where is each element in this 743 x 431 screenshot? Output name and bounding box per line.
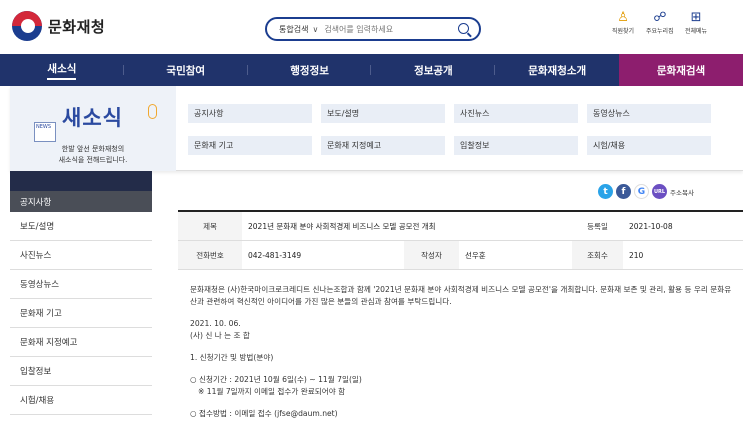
facebook-icon[interactable]: f: [616, 184, 631, 199]
microphone-icon: [148, 104, 157, 119]
table-row: 전화번호 042-481-3149 작성자 선우훈 조회수 210: [178, 241, 743, 270]
mega-link-recruit[interactable]: 시험/채용: [587, 136, 711, 155]
article-period: ○ 신청기간 : 2021년 10월 6일(수) ~ 11월 7일(일): [190, 375, 362, 384]
views-label: 조회수: [572, 241, 623, 269]
sidebar: 공지사항 보도/설명 사진뉴스 동영상뉴스 문화재 기고 문화재 지정예고 입찰…: [10, 171, 152, 415]
sidebar-item-press[interactable]: 보도/설명: [10, 212, 152, 241]
mega-link-contribution[interactable]: 문화재 기고: [188, 136, 312, 155]
site-name: 문화재청: [48, 17, 106, 36]
url-copy-icon[interactable]: URL: [652, 184, 667, 199]
main-nav: 새소식 국민참여 행정정보 정보공개 문화재청소개 문화재검색: [0, 54, 743, 86]
date-label: 등록일: [572, 212, 623, 240]
nav-disclosure[interactable]: 정보공개: [371, 54, 496, 86]
mega-menu-description: 한발 앞선 문화재청의 새소식을 전해드립니다.: [58, 145, 128, 164]
mega-menu-intro: 새소식 NEWS 한발 앞선 문화재청의 새소식을 전해드립니다.: [10, 86, 176, 171]
nav-news[interactable]: 새소식: [0, 54, 124, 86]
twitter-icon[interactable]: t: [598, 184, 613, 199]
phone-label: 전화번호: [178, 241, 242, 269]
search-input[interactable]: [324, 24, 435, 34]
article-phone: 042-481-3149: [248, 250, 302, 260]
grid-icon: ⊞: [690, 10, 702, 25]
search-scope-select[interactable]: 통합검색: [279, 24, 308, 35]
nav-heritage-search[interactable]: 문화재검색: [619, 54, 743, 86]
chevron-down-icon[interactable]: ∨: [312, 25, 318, 34]
person-icon: ♙: [617, 10, 629, 25]
full-menu-button[interactable]: ⊞ 전체메뉴: [685, 10, 707, 35]
newspaper-icon: NEWS: [34, 122, 56, 142]
search-bar: 통합검색 ∨: [265, 17, 481, 41]
search-icon[interactable]: [458, 23, 469, 34]
article-section-heading: 1. 신청기간 및 방법(분야): [190, 353, 274, 362]
mega-link-notice[interactable]: 공지사항: [188, 104, 312, 123]
nav-admin-info[interactable]: 행정정보: [248, 54, 372, 86]
url-copy-label[interactable]: 주소복사: [670, 187, 694, 197]
find-staff-button[interactable]: ♙ 직원찾기: [612, 10, 634, 35]
google-icon[interactable]: G: [634, 184, 649, 199]
sidebar-item-contribution[interactable]: 문화재 기고: [10, 299, 152, 328]
sidebar-item-video-news[interactable]: 동영상뉴스: [10, 270, 152, 299]
table-row: 제목 2021년 문화재 분야 사회적경제 비즈니스 모델 공모전 개최 등록일…: [178, 212, 743, 241]
article-org-line: (사) 신 나 는 조 합: [190, 331, 250, 340]
sitemap-icon: ☍: [653, 10, 667, 25]
article-method: ○ 접수방법 : 이메일 접수 (jfse@daum.net): [190, 409, 338, 418]
sidebar-item-recruit[interactable]: 시험/채용: [10, 386, 152, 415]
nav-participation[interactable]: 국민참여: [124, 54, 248, 86]
article-date: 2021-10-08: [629, 221, 673, 231]
mega-menu: 새소식 NEWS 한발 앞선 문화재청의 새소식을 전해드립니다. 공지사항 보…: [10, 86, 743, 171]
article-title: 2021년 문화재 분야 사회적경제 비즈니스 모델 공모전 개최: [248, 221, 436, 231]
logo-emblem-icon: [12, 11, 42, 41]
mega-link-photo-news[interactable]: 사진뉴스: [454, 104, 578, 123]
sidebar-item-bids[interactable]: 입찰정보: [10, 357, 152, 386]
share-bar: t f G URL 주소복사: [598, 184, 694, 199]
article-body: 문화재청은 (사)한국마이크로크레디트 신나는조합과 함께 '2021년 문화재…: [190, 284, 735, 420]
sidebar-item-photo-news[interactable]: 사진뉴스: [10, 241, 152, 270]
sidebar-item-designation[interactable]: 문화재 지정예고: [10, 328, 152, 357]
mega-link-designation[interactable]: 문화재 지정예고: [321, 136, 445, 155]
article-info-table: 제목 2021년 문화재 분야 사회적경제 비즈니스 모델 공모전 개최 등록일…: [178, 210, 743, 270]
title-label: 제목: [178, 212, 242, 240]
sidebar-item-notice[interactable]: 공지사항: [10, 191, 152, 212]
article-date-line: 2021. 10. 06.: [190, 319, 241, 328]
site-header: 문화재청 통합검색 ∨ ♙ 직원찾기 ☍ 주요누리집 ⊞ 전체메뉴: [0, 0, 743, 54]
nav-about[interactable]: 문화재청소개: [495, 54, 619, 86]
article-author: 선우훈: [465, 250, 486, 260]
mega-menu-title: 새소식: [62, 106, 123, 130]
article-paragraph: 문화재청은 (사)한국마이크로크레디트 신나는조합과 함께 '2021년 문화재…: [190, 285, 732, 306]
author-label: 작성자: [404, 241, 459, 269]
major-sites-button[interactable]: ☍ 주요누리집: [646, 10, 674, 35]
site-logo[interactable]: 문화재청: [12, 11, 105, 41]
mega-link-bids[interactable]: 입찰정보: [454, 136, 578, 155]
article-views: 210: [629, 250, 644, 260]
mega-link-video-news[interactable]: 동영상뉴스: [587, 104, 711, 123]
mega-link-press[interactable]: 보도/설명: [321, 104, 445, 123]
article-period-note: ※ 11월 7일까지 이메일 접수가 완료되어야 함: [198, 387, 346, 396]
